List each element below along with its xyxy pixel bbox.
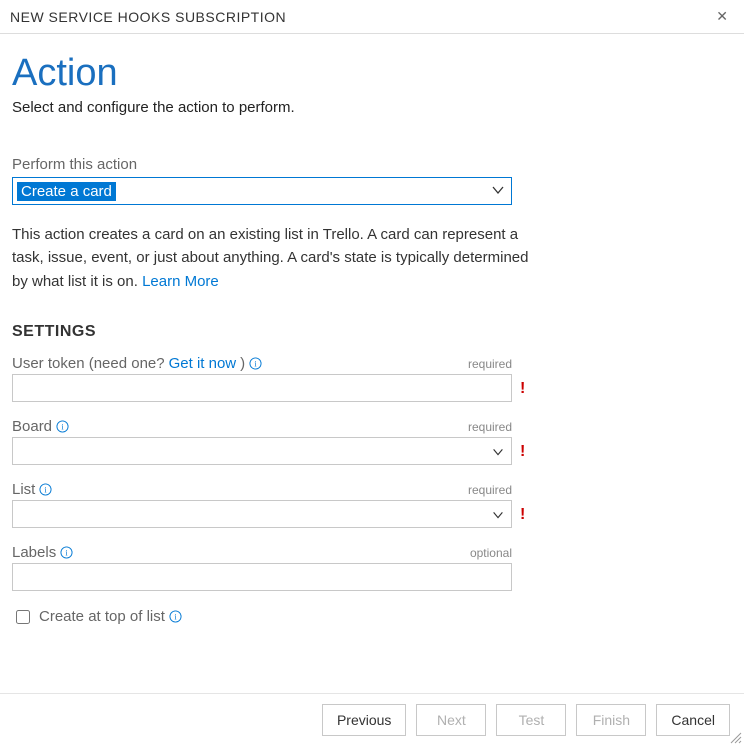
chevron-down-icon [490,182,506,203]
get-token-link[interactable]: Get it now [169,355,237,372]
settings-heading: SETTINGS [12,323,708,341]
setting-user-token: User token (need one? Get it now) i requ… [12,355,542,402]
close-button[interactable]: ✕ [710,6,734,27]
list-label: List i [12,481,52,498]
info-icon[interactable]: i [249,357,262,370]
required-tag: required [468,357,512,371]
chevron-down-icon [491,508,505,527]
info-icon[interactable]: i [39,483,52,496]
create-top-label: Create at top of list i [39,608,182,625]
user-token-label: User token (need one? Get it now) i [12,355,262,372]
dialog-title: NEW SERVICE HOOKS SUBSCRIPTION [10,9,286,25]
board-label: Board i [12,418,69,435]
footer: Previous Next Test Finish Cancel [0,693,744,746]
error-icon: ! [520,380,525,398]
error-icon: ! [520,443,525,461]
finish-button[interactable]: Finish [576,704,646,736]
svg-text:i: i [45,485,48,494]
info-icon[interactable]: i [169,610,182,623]
action-select-value: Create a card [17,182,116,201]
required-tag: required [468,483,512,497]
optional-tag: optional [470,546,512,560]
scroll-region[interactable]: Action Select and configure the action t… [0,34,744,693]
user-token-input[interactable] [12,374,512,402]
titlebar: NEW SERVICE HOOKS SUBSCRIPTION ✕ [0,0,744,34]
required-tag: required [468,420,512,434]
page-title: Action [12,52,708,95]
test-button[interactable]: Test [496,704,566,736]
svg-text:i: i [174,613,177,622]
previous-button[interactable]: Previous [322,704,406,736]
info-icon[interactable]: i [56,420,69,433]
action-select-label: Perform this action [12,156,708,173]
svg-text:i: i [61,422,64,431]
next-button[interactable]: Next [416,704,486,736]
create-top-checkbox[interactable] [16,610,30,624]
info-icon[interactable]: i [60,546,73,559]
setting-labels: Labels i optional [12,544,542,591]
board-select[interactable] [12,437,512,465]
svg-text:i: i [66,548,69,557]
svg-text:i: i [254,359,257,368]
setting-create-top: Create at top of list i [12,607,708,627]
labels-input[interactable] [12,563,512,591]
learn-more-link[interactable]: Learn More [142,273,219,290]
cancel-button[interactable]: Cancel [656,704,730,736]
setting-board: Board i required ! [12,418,542,465]
page-subtitle: Select and configure the action to perfo… [12,99,708,116]
list-select[interactable] [12,500,512,528]
action-description: This action creates a card on an existin… [12,223,532,293]
chevron-down-icon [491,445,505,464]
setting-list: List i required ! [12,481,542,528]
action-select[interactable]: Create a card [12,177,512,205]
error-icon: ! [520,506,525,524]
labels-label: Labels i [12,544,73,561]
